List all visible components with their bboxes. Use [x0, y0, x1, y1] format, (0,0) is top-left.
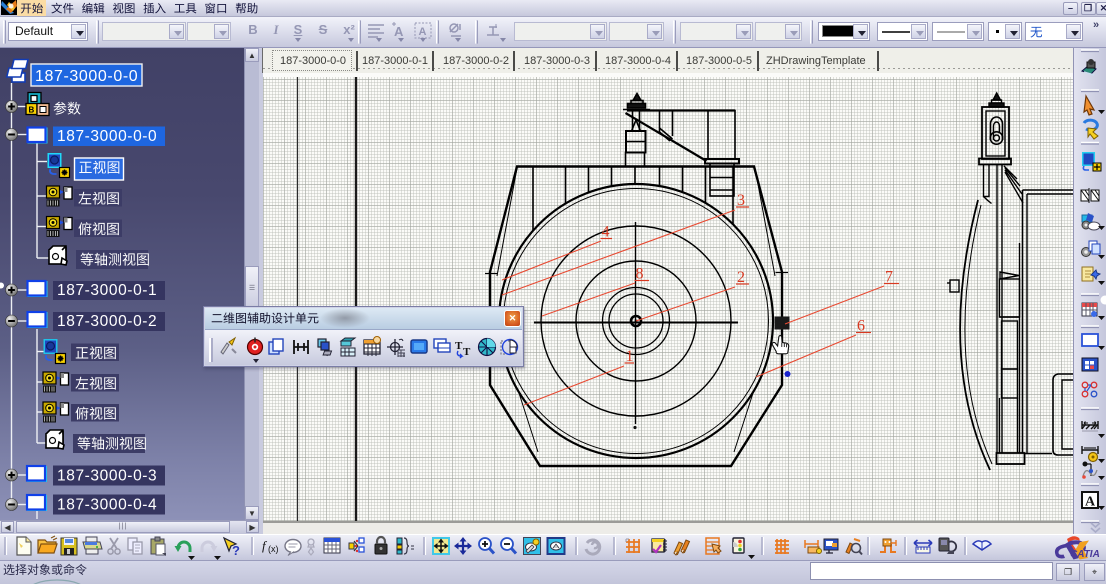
svg-text:T: T — [463, 346, 471, 358]
svg-text:CATIA: CATIA — [1070, 549, 1100, 560]
svg-text:T: T — [455, 340, 463, 352]
svg-text:?: ? — [232, 543, 240, 558]
svg-text:(x): (x) — [268, 544, 279, 554]
